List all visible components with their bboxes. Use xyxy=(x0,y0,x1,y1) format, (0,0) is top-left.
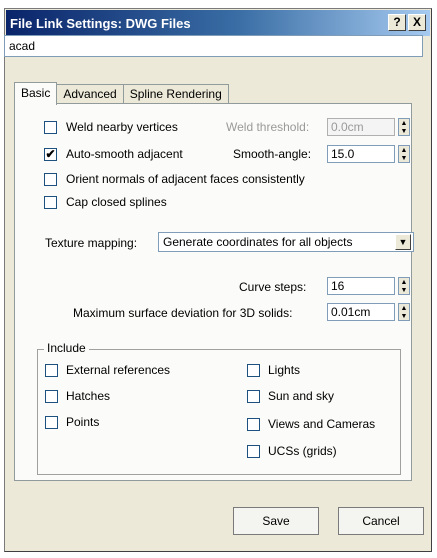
tab-spline-rendering[interactable]: Spline Rendering xyxy=(122,84,229,104)
include-group-title: Include xyxy=(44,341,89,355)
spin-down-icon: ▼ xyxy=(400,286,408,294)
weld-nearby-vertices-checkbox[interactable] xyxy=(44,121,57,134)
auto-smooth-adjacent-label[interactable]: Auto-smooth adjacent xyxy=(66,147,183,161)
spin-down-icon: ▼ xyxy=(400,127,408,135)
smooth-angle-spinner[interactable]: ▲ ▼ xyxy=(398,145,410,163)
hatches-label[interactable]: Hatches xyxy=(66,389,110,403)
ucss-grids-label[interactable]: UCSs (grids) xyxy=(268,444,337,458)
sun-and-sky-label[interactable]: Sun and sky xyxy=(268,389,334,403)
spin-up-icon: ▲ xyxy=(400,304,408,312)
title-bar: File Link Settings: DWG Files ? X xyxy=(6,10,430,36)
external-references-label[interactable]: External references xyxy=(66,363,170,377)
chevron-down-icon[interactable]: ▼ xyxy=(395,234,411,250)
smooth-angle-input[interactable]: 15.0 xyxy=(327,145,395,163)
weld-nearby-vertices-label[interactable]: Weld nearby vertices xyxy=(66,120,178,134)
external-references-checkbox[interactable] xyxy=(45,364,58,377)
lights-checkbox[interactable] xyxy=(247,364,260,377)
points-label[interactable]: Points xyxy=(66,415,99,429)
close-button[interactable]: X xyxy=(408,14,426,31)
curve-steps-input[interactable]: 16 xyxy=(327,277,395,295)
max-surface-deviation-spinner[interactable]: ▲ ▼ xyxy=(398,303,410,321)
curve-steps-spinner[interactable]: ▲ ▼ xyxy=(398,277,410,295)
lights-label[interactable]: Lights xyxy=(268,363,300,377)
smooth-angle-label: Smooth-angle: xyxy=(233,147,312,161)
spin-down-icon: ▼ xyxy=(400,312,408,320)
views-and-cameras-label[interactable]: Views and Cameras xyxy=(268,417,375,431)
max-surface-deviation-input[interactable]: 0.01cm xyxy=(327,303,395,321)
spin-up-icon: ▲ xyxy=(400,278,408,286)
help-button[interactable]: ? xyxy=(388,14,406,31)
sun-and-sky-checkbox[interactable] xyxy=(247,390,260,403)
orient-normals-label[interactable]: Orient normals of adjacent faces consist… xyxy=(66,172,305,186)
weld-threshold-label: Weld threshold: xyxy=(226,120,310,134)
orient-normals-checkbox[interactable] xyxy=(44,173,57,186)
cap-closed-splines-label[interactable]: Cap closed splines xyxy=(66,195,167,209)
weld-threshold-spinner[interactable]: ▲ ▼ xyxy=(398,118,410,136)
spin-up-icon: ▲ xyxy=(400,146,408,154)
tab-basic[interactable]: Basic xyxy=(14,82,58,105)
texture-mapping-select[interactable]: Generate coordinates for all objects xyxy=(158,232,414,252)
views-and-cameras-checkbox[interactable] xyxy=(247,418,260,431)
file-name-field: acad xyxy=(4,35,423,57)
curve-steps-label: Curve steps: xyxy=(239,280,307,294)
auto-smooth-adjacent-checkbox[interactable]: ✔ xyxy=(44,148,57,161)
spin-down-icon: ▼ xyxy=(400,154,408,162)
tab-advanced[interactable]: Advanced xyxy=(56,84,124,104)
hatches-checkbox[interactable] xyxy=(45,390,58,403)
cap-closed-splines-checkbox[interactable] xyxy=(44,196,57,209)
tab-strip: Basic Advanced Spline Rendering xyxy=(14,82,229,105)
cancel-button[interactable]: Cancel xyxy=(338,507,424,535)
ucss-grids-checkbox[interactable] xyxy=(247,445,260,458)
points-checkbox[interactable] xyxy=(45,416,58,429)
spin-up-icon: ▲ xyxy=(400,119,408,127)
texture-mapping-label: Texture mapping: xyxy=(45,236,138,250)
max-surface-deviation-label: Maximum surface deviation for 3D solids: xyxy=(73,306,293,320)
save-button[interactable]: Save xyxy=(233,507,319,535)
weld-threshold-input[interactable]: 0.0cm xyxy=(327,118,395,136)
window-title: File Link Settings: DWG Files xyxy=(10,15,191,31)
